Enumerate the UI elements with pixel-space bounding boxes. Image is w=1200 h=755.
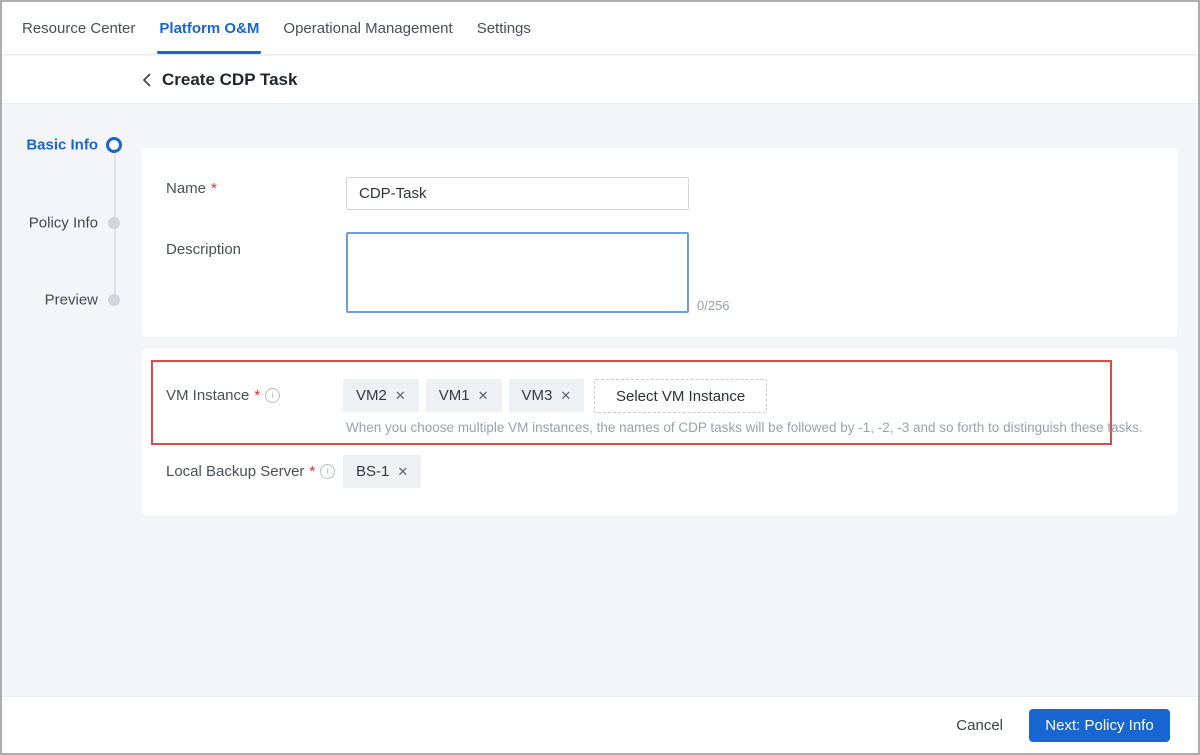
remove-tag-icon[interactable]: ✕ (478, 389, 489, 402)
name-field-label: Name * (166, 180, 217, 197)
vm-instance-field-label: VM Instance * i (166, 387, 281, 404)
description-char-counter: 0/256 (697, 298, 730, 313)
select-vm-instance-button[interactable]: Select VM Instance (594, 379, 768, 413)
tab-settings[interactable]: Settings (465, 2, 543, 54)
step-policy-info-label: Policy Info (28, 214, 98, 232)
step-preview-indicator (108, 294, 120, 306)
vm-instance-tag: VM1 ✕ (425, 379, 502, 412)
vm-instance-tag-label: VM2 (356, 387, 387, 404)
footer-action-bar: Cancel Next: Policy Info (2, 696, 1198, 753)
local-backup-server-required-mark: * (309, 463, 316, 480)
step-preview[interactable]: Preview (2, 290, 142, 310)
select-vm-wrap: Select VM Instance (594, 379, 768, 413)
remove-tag-icon[interactable]: ✕ (560, 389, 571, 402)
vm-instance-info-icon[interactable]: i (265, 388, 281, 403)
step-preview-label: Preview (44, 291, 98, 309)
page-header: Create CDP Task (2, 56, 1198, 104)
step-basic-info-label: Basic Info (26, 136, 98, 154)
vm-instance-tag-label: VM1 (438, 387, 470, 404)
step-policy-info[interactable]: Policy Info (2, 213, 142, 233)
tab-resource-center[interactable]: Resource Center (10, 2, 147, 54)
local-backup-server-tag: BS-1 ✕ (343, 455, 422, 488)
description-label-text: Description (166, 241, 242, 258)
cancel-button[interactable]: Cancel (956, 717, 1003, 734)
local-backup-server-info-icon[interactable]: i (320, 464, 336, 479)
local-backup-server-tag-label: BS-1 (356, 463, 390, 480)
vm-instance-card: VM Instance * i VM2 ✕ VM1 ✕ VM3 ✕ Select… (142, 349, 1177, 515)
remove-tag-icon[interactable]: ✕ (395, 389, 406, 402)
create-cdp-task-window: Resource Center Platform O&M Operational… (0, 0, 1200, 755)
tab-platform-om[interactable]: Platform O&M (147, 2, 271, 54)
top-navigation: Resource Center Platform O&M Operational… (2, 2, 1198, 55)
name-label-text: Name (166, 180, 207, 197)
local-backup-server-label-text: Local Backup Server (166, 463, 305, 480)
vm-instance-label-text: VM Instance (166, 387, 250, 404)
vm-instance-tag-label: VM3 (521, 387, 553, 404)
remove-tag-icon[interactable]: ✕ (397, 465, 408, 478)
description-textarea[interactable] (346, 232, 689, 313)
description-field-label: Description (166, 241, 241, 258)
step-policy-info-indicator (108, 217, 120, 229)
vm-instance-tag-row: VM2 ✕ VM1 ✕ VM3 ✕ (343, 379, 585, 412)
vm-instance-tag: VM3 ✕ (508, 379, 585, 412)
page-title: Create CDP Task (162, 69, 298, 89)
stepper: Basic Info Policy Info Preview (2, 105, 142, 345)
next-policy-info-button[interactable]: Next: Policy Info (1029, 708, 1170, 742)
local-backup-server-field-label: Local Backup Server * i (166, 463, 336, 480)
back-icon[interactable] (136, 70, 156, 90)
name-required-mark: * (211, 180, 217, 197)
vm-instance-hint: When you choose multiple VM instances, t… (346, 420, 1143, 435)
step-basic-info[interactable]: Basic Info (2, 135, 142, 155)
tab-operational-management[interactable]: Operational Management (271, 2, 464, 54)
vm-instance-tag: VM2 ✕ (343, 379, 419, 412)
name-input[interactable] (346, 177, 689, 210)
local-backup-server-tag-row: BS-1 ✕ (343, 455, 422, 488)
basic-info-card: Name * Description 0/256 (142, 148, 1177, 337)
step-basic-info-indicator (106, 137, 122, 153)
vm-instance-required-mark: * (254, 387, 261, 404)
